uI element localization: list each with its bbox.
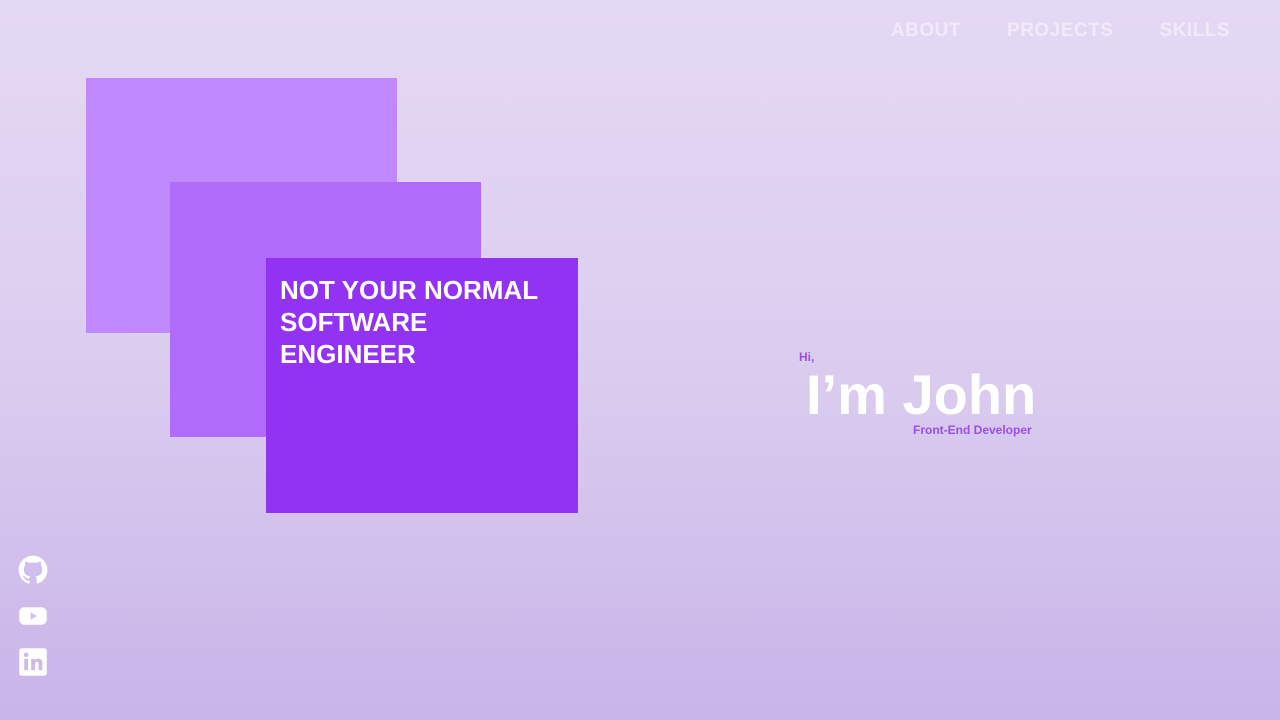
headline-card: NOT YOUR NORMAL SOFTWARE ENGINEER	[266, 258, 578, 513]
youtube-icon[interactable]	[18, 601, 48, 631]
headline-text: NOT YOUR NORMAL SOFTWARE ENGINEER	[280, 275, 538, 369]
nav-skills[interactable]: SKILLS	[1159, 20, 1230, 42]
linkedin-icon[interactable]	[18, 647, 48, 677]
github-icon[interactable]	[18, 555, 48, 585]
main-nav: ABOUT PROJECTS SKILLS	[891, 20, 1230, 42]
social-links	[18, 555, 48, 677]
nav-projects[interactable]: PROJECTS	[1007, 20, 1113, 42]
nav-about[interactable]: ABOUT	[891, 20, 961, 42]
hero-role: Front-End Developer	[913, 423, 1032, 437]
hero-name: I’m John	[806, 363, 1037, 426]
